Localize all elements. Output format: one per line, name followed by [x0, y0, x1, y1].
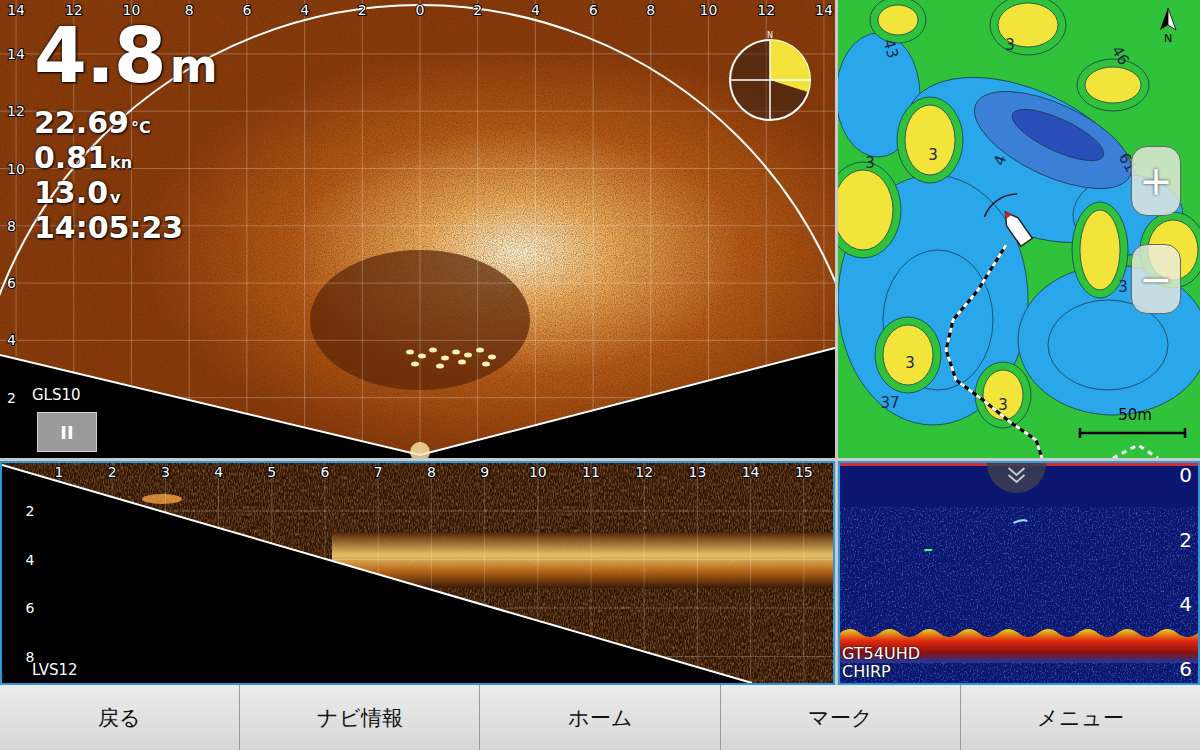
range-tick: 10: [700, 2, 718, 18]
livescope-label: LVS12: [32, 661, 78, 679]
sonar-depth-scale: 0 2 4 6: [1179, 463, 1192, 683]
range-tick: 4: [214, 464, 223, 480]
depth-tick: 4: [26, 552, 35, 568]
scale-label: 50m: [1118, 406, 1152, 424]
clock: 14:05:23: [34, 213, 217, 243]
soft-key-button[interactable]: ナビ情報: [240, 685, 479, 750]
range-tick: 13: [688, 464, 706, 480]
soft-key-button[interactable]: マーク: [721, 685, 960, 750]
sonar-label: CHIRP: [842, 663, 920, 681]
sensor-reading: 0.81kn: [34, 143, 217, 178]
range-tick: 12: [757, 2, 775, 18]
compass-icon: N: [730, 31, 810, 120]
sonar-pane[interactable]: 0 2 4 6 GT54UHDCHIRP: [838, 461, 1200, 685]
range-tick: 6: [321, 464, 330, 480]
depth-tick: 2: [26, 503, 35, 519]
button-bar: 戻るナビ情報ホームマークメニュー: [0, 685, 1200, 750]
contour-label: 3: [905, 354, 915, 372]
sidescan-label: GLS10: [32, 386, 81, 404]
depth-tick: 12: [7, 103, 25, 119]
depth-tick: 14: [7, 46, 25, 62]
depth-tick: 6: [1179, 657, 1192, 681]
range-tick: 6: [242, 2, 251, 18]
chartplotter-screen: 1412108642024681012141412108642N 4.8m 22…: [0, 0, 1200, 750]
range-tick: 10: [529, 464, 547, 480]
north-arrow-icon: N: [1160, 8, 1176, 45]
contour-label: 46: [1108, 43, 1133, 69]
range-tick: 14: [742, 464, 760, 480]
depth-tick: 8: [7, 218, 16, 234]
contour-label: 37: [880, 394, 899, 412]
range-tick: 5: [267, 464, 276, 480]
range-tick: 8: [185, 2, 194, 18]
range-tick: 11: [582, 464, 600, 480]
map-pane[interactable]: 433463346133373N50m + −: [838, 0, 1200, 458]
livescope-pane[interactable]: 1234567891011121314152468 LVS12: [0, 461, 835, 685]
soft-key-button[interactable]: 戻る: [0, 685, 239, 750]
range-tick: 4: [300, 2, 309, 18]
chart-map[interactable]: 433463346133373N50m: [838, 0, 1200, 458]
depth-tick: 6: [7, 275, 16, 291]
range-tick: 3: [161, 464, 170, 480]
depth-reading: 4.8m: [34, 14, 217, 108]
depth-tick: 0: [1179, 463, 1192, 487]
range-tick: 6: [589, 2, 598, 18]
range-tick: 14: [815, 2, 833, 18]
contour-label: 3: [865, 154, 875, 172]
soft-key-button[interactable]: メニュー: [961, 685, 1200, 750]
depth-tick: 10: [7, 161, 25, 177]
contour-label: 3: [1005, 36, 1015, 54]
range-tick: 8: [427, 464, 436, 480]
zoom-out-button[interactable]: −: [1131, 244, 1181, 314]
north-label: N: [1164, 32, 1172, 45]
contour-label: 3: [1118, 278, 1128, 296]
contour-label: 3: [928, 146, 938, 164]
contour-label: 3: [998, 396, 1008, 414]
range-tick: 0: [416, 2, 425, 18]
depth-tick: 2: [7, 390, 16, 406]
scale-bar: [1080, 428, 1185, 438]
readout: 4.8m 22.69°C0.81kn13.0v 14:05:23: [34, 14, 217, 243]
sensor-reading: 22.69°C: [34, 108, 217, 143]
soft-key-button[interactable]: ホーム: [480, 685, 719, 750]
depth-tick: 2: [1179, 528, 1192, 552]
range-tick: 7: [374, 464, 383, 480]
range-tick: 14: [7, 2, 25, 18]
pause-button[interactable]: II: [37, 412, 97, 452]
range-tick: 2: [358, 2, 367, 18]
sensor-reading: 13.0v: [34, 178, 217, 213]
boat-icon: [981, 189, 1043, 254]
depth-tick: 4: [1179, 592, 1192, 616]
livescope-image: 1234567891011121314152468: [2, 463, 833, 683]
depth-tick: 4: [7, 332, 16, 348]
range-tick: 12: [635, 464, 653, 480]
range-tick: 2: [108, 464, 117, 480]
sidescan-pane[interactable]: 1412108642024681012141412108642N 4.8m 22…: [0, 0, 835, 458]
panes: 1412108642024681012141412108642N 4.8m 22…: [0, 0, 1200, 685]
range-tick: 1: [55, 464, 64, 480]
sonar-labels: GT54UHDCHIRP: [842, 645, 920, 681]
range-tick: 2: [473, 2, 482, 18]
range-tick: 8: [646, 2, 655, 18]
contour-label: 43: [880, 37, 902, 60]
collapse-chevron-icon[interactable]: [987, 463, 1047, 493]
depth-tick: 6: [26, 600, 35, 616]
range-tick: 4: [531, 2, 540, 18]
range-tick: 9: [480, 464, 489, 480]
compass-north: N: [767, 31, 773, 40]
range-tick: 15: [795, 464, 813, 480]
contour-label: 4: [990, 153, 1010, 168]
sonar-label: GT54UHD: [842, 645, 920, 663]
zoom-in-button[interactable]: +: [1131, 146, 1181, 216]
